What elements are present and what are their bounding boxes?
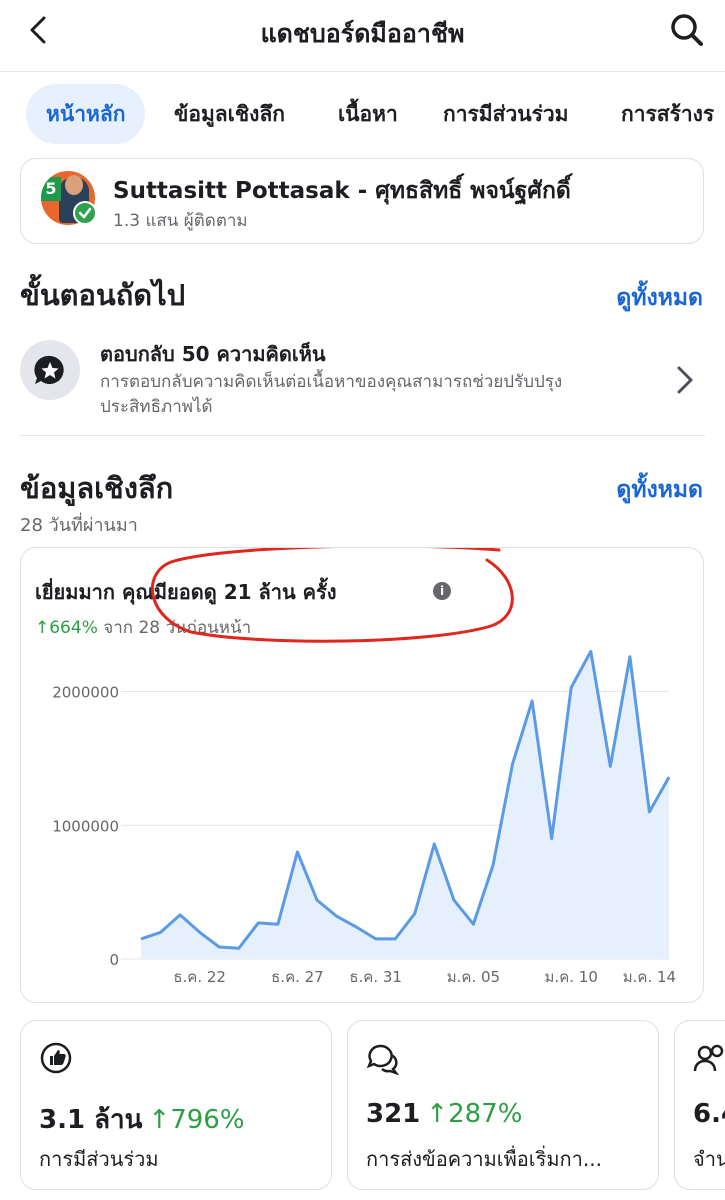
stat-card-messages[interactable]: 321 ↑287% การส่งข้อความเพื่อเริ่มกา... xyxy=(347,1020,659,1190)
people-icon xyxy=(693,1041,725,1075)
stat-change: ↑287% xyxy=(426,1099,523,1129)
x-tick-label: ม.ค. 05 xyxy=(447,968,500,986)
verified-icon xyxy=(73,201,97,225)
x-tick-label: ม.ค. 14 xyxy=(623,968,676,986)
y-tick-label: 2000000 xyxy=(52,684,119,702)
stat-label: การส่งข้อความเพื่อเริ่มกา... xyxy=(366,1147,602,1171)
tab-home[interactable]: หน้าหลัก xyxy=(26,84,146,144)
top-bar: แดชบอร์ดมืออาชีพ xyxy=(0,0,725,72)
tab-engagement[interactable]: การมีส่วนร่วม xyxy=(443,84,569,144)
stat-label: การมีส่วนร่วม xyxy=(39,1147,159,1171)
x-tick-label: ธ.ค. 22 xyxy=(173,968,226,986)
next-steps-title: ขั้นตอนถัดไป xyxy=(20,278,186,312)
step-reply-comments[interactable]: ตอบกลับ 50 ความคิดเห็น การตอบกลับความคิด… xyxy=(20,330,705,436)
change-text: จาก 28 วันก่อนหน้า xyxy=(103,618,252,638)
avatar-number-badge: 5 xyxy=(41,177,61,201)
profile-name: Suttasitt Pottasak - ศุทธสิทธิ์ พจน์ฐศัก… xyxy=(113,178,571,204)
insights-title: ข้อมูลเชิงลึก xyxy=(20,471,174,505)
next-steps-see-all[interactable]: ดูทั้งหมด xyxy=(616,280,703,316)
change-percent: ↑664% xyxy=(35,618,98,638)
stat-change: ↑796% xyxy=(148,1105,245,1135)
views-area xyxy=(141,651,669,959)
page-title: แดชบอร์ดมืออาชีพ xyxy=(260,19,465,48)
chevron-right-icon xyxy=(673,360,697,400)
insights-period: 28 วันที่ผ่านมา xyxy=(20,515,138,536)
search-icon xyxy=(671,14,703,46)
y-tick-label: 1000000 xyxy=(52,817,119,835)
stat-value: 321 ↑287% xyxy=(366,1099,523,1129)
profile-followers: 1.3 แสน ผู้ติดตาม xyxy=(113,211,248,231)
search-button[interactable] xyxy=(665,8,709,52)
step-description: การตอบกลับความคิดเห็นต่อเนื้อหาของคุณสาม… xyxy=(100,372,563,417)
x-tick-label: ธ.ค. 27 xyxy=(271,968,324,986)
tab-create[interactable]: การสร้างร xyxy=(621,84,714,144)
thumbs-up-icon xyxy=(39,1041,73,1075)
insights-see-all[interactable]: ดูทั้งหมด xyxy=(616,472,703,508)
stat-value: 6.4 xyxy=(693,1099,725,1129)
stat-value: 3.1 ล้าน ↑796% xyxy=(39,1105,245,1135)
chart-change: ↑664% จาก 28 วันก่อนหน้า xyxy=(35,614,251,641)
step-title: ตอบกลับ 50 ความคิดเห็น xyxy=(100,342,326,366)
tab-content[interactable]: เนื้อหา xyxy=(338,84,398,144)
y-tick-label: 0 xyxy=(109,951,119,969)
profile-card[interactable]: 5 Suttasitt Pottasak - ศุทธสิทธิ์ พจน์ฐศ… xyxy=(20,158,704,244)
stat-card-engagement[interactable]: 3.1 ล้าน ↑796% การมีส่วนร่วม xyxy=(20,1020,332,1190)
tab-insights[interactable]: ข้อมูลเชิงลึก xyxy=(174,84,285,144)
star-chat-icon xyxy=(20,340,80,400)
x-tick-label: ม.ค. 10 xyxy=(545,968,598,986)
info-icon[interactable]: i xyxy=(433,582,451,600)
views-chart-card[interactable]: 2000000 1000000 0 ธ.ค. 22 ธ.ค. 27 ธ.ค. 31 ม.ค.… xyxy=(20,547,704,1003)
stat-label: จำน xyxy=(693,1147,725,1171)
x-tick-label: ธ.ค. 31 xyxy=(349,968,402,986)
chart-headline: เยี่ยมมาก คุณมียอดดู 21 ล้าน ครั้ง xyxy=(35,580,337,604)
avatar-head xyxy=(65,175,83,195)
tab-bar: หน้าหลัก ข้อมูลเชิงลึก เนื้อหา การมีส่วน… xyxy=(0,80,725,148)
stat-card-people[interactable]: 6.4 จำน xyxy=(674,1020,725,1190)
chat-bubbles-icon xyxy=(366,1041,400,1076)
